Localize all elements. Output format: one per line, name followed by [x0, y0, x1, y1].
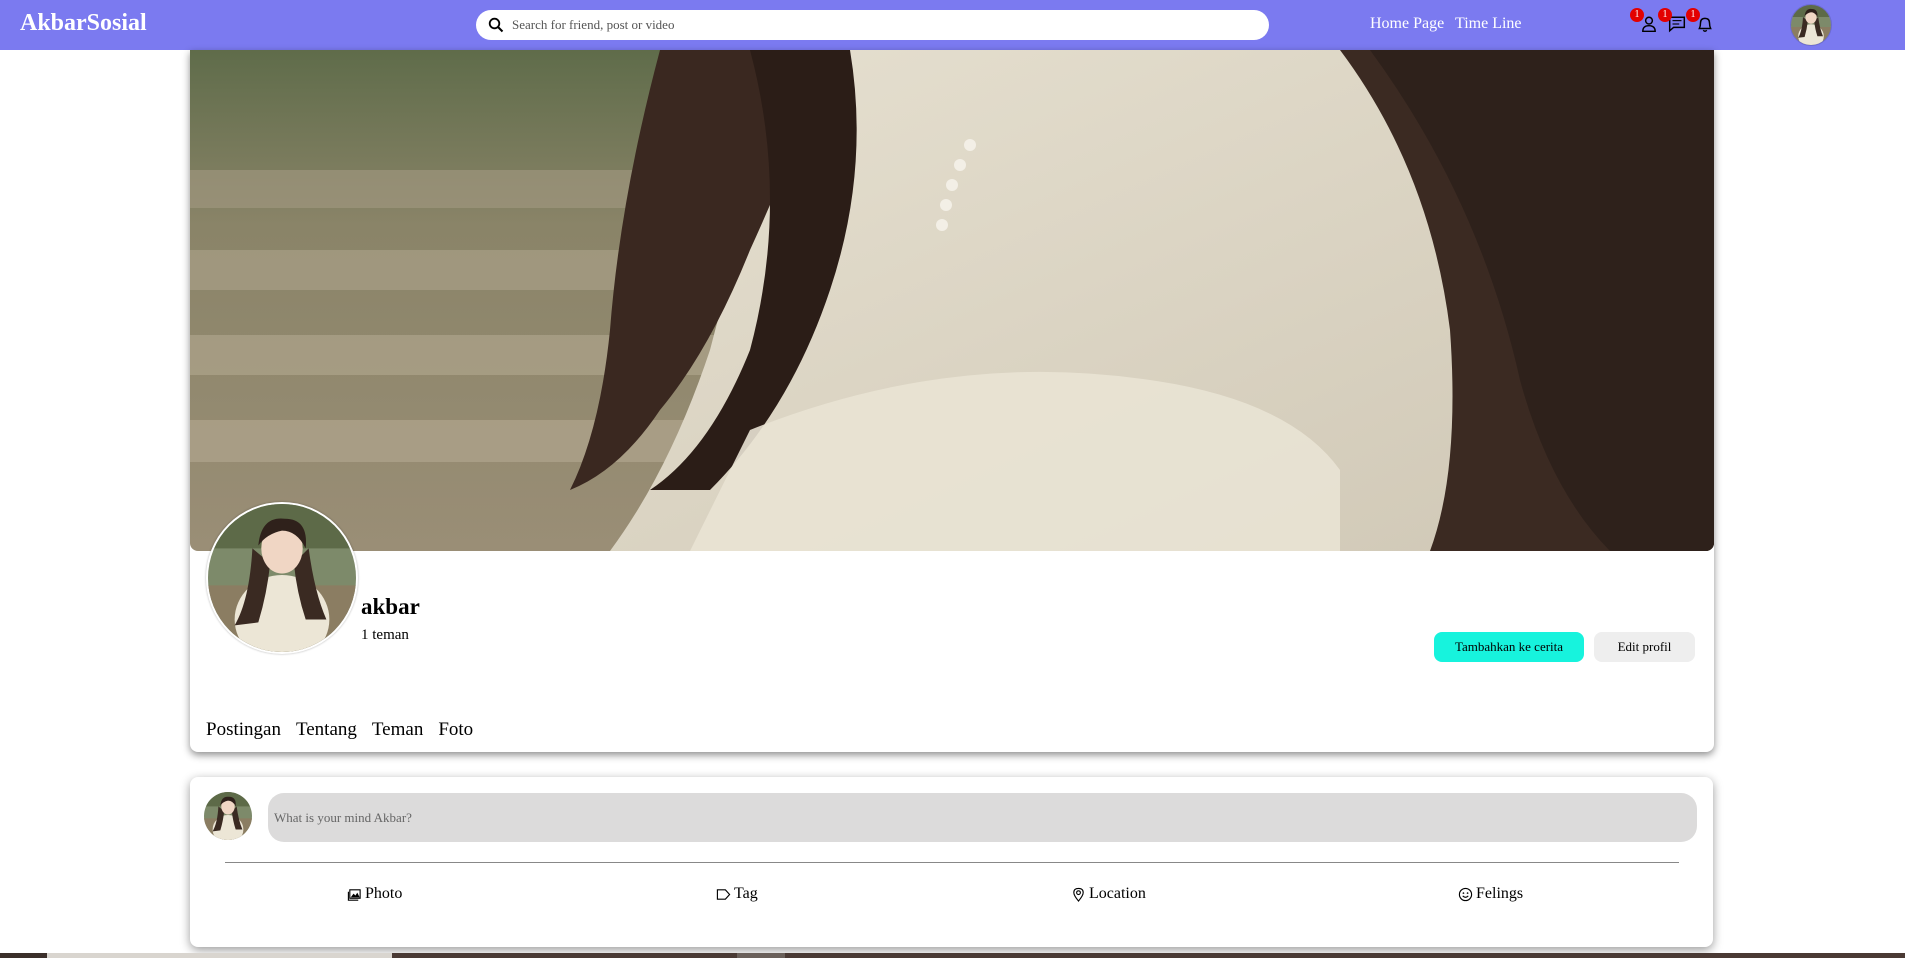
app-logo[interactable]: AkbarSosial: [20, 10, 147, 37]
composer-avatar-photo: [204, 792, 252, 840]
nav-home-link[interactable]: Home Page: [1370, 15, 1444, 33]
location-action-label: Location: [1089, 885, 1146, 902]
search-icon: [488, 17, 504, 33]
friends-badge: 1: [1630, 8, 1644, 22]
messages-badge: 1: [1658, 8, 1672, 22]
search-input[interactable]: [510, 16, 1254, 34]
user-avatar[interactable]: [1790, 4, 1832, 46]
profile-name: akbar: [361, 594, 420, 619]
profile-photo: [208, 504, 356, 652]
tab-teman[interactable]: Teman: [372, 719, 423, 741]
tab-postingan[interactable]: Postingan: [206, 719, 281, 741]
add-to-story-button[interactable]: Tambahkan ke cerita: [1434, 632, 1584, 662]
tab-tentang[interactable]: Tentang: [296, 719, 357, 741]
photo-action-label: Photo: [365, 885, 403, 902]
profile-tabs: Postingan Tentang Teman Foto: [206, 719, 473, 741]
friend-count[interactable]: 1 teman: [361, 627, 409, 644]
profile-card: akbar 1 teman Tambahkan ke cerita Edit p…: [190, 50, 1714, 752]
profile-avatar[interactable]: [206, 502, 358, 654]
cover-photo: [190, 50, 1714, 551]
messages-nav-button[interactable]: 1: [1658, 8, 1688, 35]
notifications-badge: 1: [1686, 8, 1700, 22]
avatar-photo: [1791, 5, 1831, 45]
photo-action-button[interactable]: Photo: [347, 885, 402, 903]
composer-avatar[interactable]: [204, 792, 252, 840]
feelings-action-label: Felings: [1476, 885, 1524, 902]
smiley-icon: [1458, 887, 1473, 901]
images-icon: [347, 888, 361, 901]
edit-profile-button[interactable]: Edit profil: [1594, 632, 1695, 662]
bottom-image-strip: [0, 953, 1905, 958]
notifications-nav-button[interactable]: 1: [1686, 8, 1716, 35]
nav-timeline-link[interactable]: Time Line: [1455, 15, 1522, 33]
post-composer: Photo Tag Location Felings: [190, 777, 1713, 947]
tag-action-label: Tag: [734, 885, 758, 902]
feelings-action-button[interactable]: Felings: [1458, 885, 1523, 903]
location-pin-icon: [1073, 887, 1084, 902]
composer-divider: [225, 862, 1679, 863]
tag-icon: [716, 888, 731, 900]
post-input[interactable]: [268, 793, 1697, 842]
top-navbar: AkbarSosial Home Page Time Line 1 1 1: [0, 0, 1905, 50]
tag-action-button[interactable]: Tag: [716, 885, 758, 903]
location-action-button[interactable]: Location: [1071, 885, 1146, 903]
tab-foto[interactable]: Foto: [438, 719, 473, 741]
search-bar: [476, 10, 1269, 40]
friends-nav-button[interactable]: 1: [1630, 8, 1660, 35]
